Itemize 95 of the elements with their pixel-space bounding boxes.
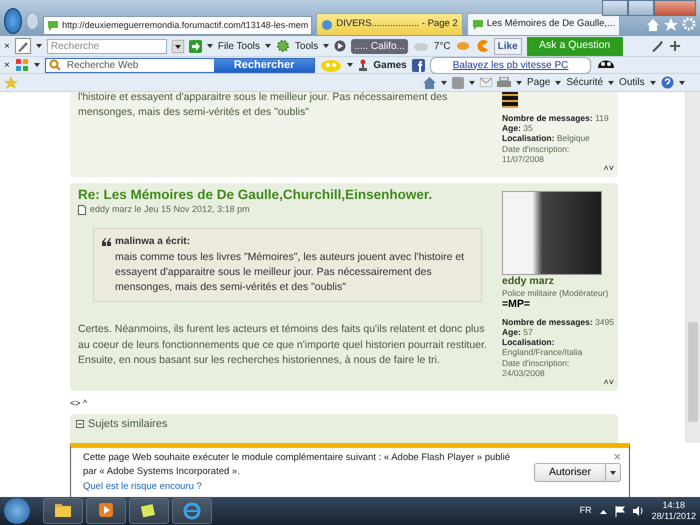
post-body: Certes. Néanmoins, ils furent les acteurs et témoins des faits qu'ils relatent et donc plus au coeur de leurs fonctionnements que ce que n'importe quel historien pourrait restituer. Ensuite, en nous basant sur les recherches historiennes, à nous de faire le tri. xyxy=(78,322,488,368)
squares-icon[interactable] xyxy=(14,58,29,72)
play-icon[interactable] xyxy=(334,40,346,52)
caret-icon[interactable] xyxy=(264,44,271,48)
url-text: http://deuxiemeguerremondia.forumactif.com/t13148-les-mem xyxy=(62,18,308,32)
facebook-icon[interactable] xyxy=(412,58,425,72)
profile-stat: Date d'inscription: 24/03/2008 xyxy=(502,358,570,378)
caret-icon[interactable] xyxy=(608,80,614,84)
globe-icon xyxy=(321,18,334,30)
caret-icon[interactable] xyxy=(555,80,562,84)
home-icon[interactable] xyxy=(423,76,436,88)
tab-title: Les Mémoires de De Gaulle,... xyxy=(486,17,615,32)
language-indicator[interactable]: FR xyxy=(580,504,592,518)
close-toolbar-button[interactable]: × xyxy=(4,38,10,54)
caret-icon[interactable] xyxy=(34,63,40,67)
section-title: Sujets similaires xyxy=(88,417,168,432)
collapse-icon[interactable] xyxy=(76,420,84,428)
browser-e-icon[interactable] xyxy=(183,502,201,520)
go-arrow-icon[interactable] xyxy=(188,40,202,52)
dropdown-arrow-icon[interactable] xyxy=(172,40,184,52)
profile-stat: Age: 57 xyxy=(502,327,533,338)
speaker-icon[interactable] xyxy=(632,506,644,516)
caret-icon[interactable] xyxy=(650,80,656,84)
start-button[interactable] xyxy=(4,498,30,524)
gear-icon[interactable] xyxy=(276,39,290,53)
toolbar-link[interactable]: Tools xyxy=(294,38,318,54)
caret-icon[interactable] xyxy=(36,44,42,48)
post-navigation[interactable]: ˄˅ xyxy=(603,378,614,387)
rank-label: =MP= xyxy=(502,298,530,311)
temperature-text: 7°C xyxy=(434,40,451,54)
tab-title: DIVERS.................. - Page 2 xyxy=(336,17,458,32)
risk-link[interactable]: Quel est le risque encouru ? xyxy=(83,480,514,494)
allow-button[interactable]: Autoriser xyxy=(534,463,621,482)
profile-stat: Nombre de messages: 119 xyxy=(502,113,609,124)
quote-text: mais comme tous les livres "Mémoires", les auteurs jouent avec l'histoire et essayent d'apparaitre sous le meilleur jour. Pas nécessairement des mensonges, mais des semi-vérités et des "oublis" xyxy=(114,250,466,296)
browser-tab[interactable]: DIVERS.................. - Page 2 xyxy=(316,13,463,35)
folder-icon[interactable] xyxy=(54,502,72,520)
caret-icon[interactable] xyxy=(347,63,354,67)
profile-stat: Age: 35 xyxy=(502,123,533,134)
post-body: l'histoire et essayent d'apparaitre sous le meilleur jour. Pas nécessairement des mensonges, mais des semi-vérités et des "oublis" xyxy=(78,92,448,120)
caret-icon[interactable] xyxy=(441,80,447,84)
speech-bubble-icon xyxy=(47,20,60,31)
clock-time[interactable]: 14:18 xyxy=(652,500,696,511)
command-menu[interactable]: Outils xyxy=(619,75,645,90)
clock-date[interactable]: 28/11/2012 xyxy=(652,511,696,522)
like-button[interactable]: Like xyxy=(494,38,522,54)
speech-bubble-icon xyxy=(472,19,484,30)
post-navigation[interactable]: ˄˅ xyxy=(603,164,614,173)
back-button[interactable] xyxy=(4,8,22,34)
command-menu[interactable]: Sécurité xyxy=(566,75,604,90)
notification-text: Cette page Web souhaite exécuter le module complémentaire suivant : « Adobe Flash Player » publié par « Adobe Systems Incorporated ». xyxy=(83,451,512,480)
rank-stripes-icon xyxy=(502,92,518,108)
browser-tab[interactable]: Les Mémoires de De Gaulle,... xyxy=(466,13,620,35)
chevron-up-icon[interactable] xyxy=(600,508,607,514)
media-player-icon[interactable] xyxy=(97,502,115,520)
post-title[interactable]: Re: Les Mémoires de De Gaulle,Churchill,Einsenhower. xyxy=(78,186,492,204)
profile-stat: Localisation: Belgique xyxy=(502,133,590,144)
radio-station-select[interactable]: ..... Califo... xyxy=(351,38,408,54)
caret-icon[interactable] xyxy=(469,80,475,84)
flag-icon[interactable] xyxy=(614,506,625,516)
pen-icon[interactable] xyxy=(14,38,31,54)
star-icon[interactable] xyxy=(664,18,678,31)
scrollbar[interactable] xyxy=(685,92,700,443)
quote-author: malinwa a écrit: xyxy=(115,235,190,250)
caret-icon[interactable] xyxy=(678,80,685,84)
help-icon[interactable] xyxy=(660,76,674,89)
ad-link[interactable]: Balayez les pb vitesse PC xyxy=(430,56,592,74)
author-name[interactable]: eddy marz xyxy=(502,275,554,288)
close-button[interactable]: × xyxy=(613,450,621,463)
profile-stat: Date d'inscription: 11/07/2008 xyxy=(502,144,570,164)
notes-icon[interactable] xyxy=(140,502,158,520)
close-toolbar-button[interactable]: × xyxy=(4,58,10,72)
document-icon xyxy=(78,204,86,215)
command-menu[interactable]: Page xyxy=(527,75,550,90)
post-meta: eddy marz le Jeu 15 Nov 2012, 3:18 pm xyxy=(90,203,250,216)
author-rank: Police militaire (Modérateur) xyxy=(502,288,608,298)
printer-icon[interactable] xyxy=(497,76,511,88)
caret-icon[interactable] xyxy=(323,44,330,48)
games-link[interactable]: Games xyxy=(373,58,407,72)
plus-icon[interactable] xyxy=(668,40,681,52)
toolbar-link[interactable]: File Tools xyxy=(218,38,260,54)
page-navigation[interactable]: <> ^ xyxy=(70,396,685,410)
caret-icon[interactable] xyxy=(516,80,522,84)
minimize-button[interactable] xyxy=(602,0,628,16)
star-icon[interactable] xyxy=(4,76,18,89)
profile-stat: Localisation: England/France/Italia xyxy=(502,337,584,358)
caret-icon[interactable] xyxy=(206,44,213,48)
profile-stat: Nombre de messages: 3495 xyxy=(502,316,614,327)
settings-icon[interactable] xyxy=(682,17,696,31)
joystick-icon[interactable] xyxy=(358,59,368,71)
ask-question-button[interactable]: Ask a Question xyxy=(526,36,623,56)
maximize-button[interactable] xyxy=(628,0,654,16)
search-field[interactable]: Recherche xyxy=(46,38,167,54)
quote-mark-icon xyxy=(102,238,112,246)
address-bar[interactable]: http://deuxiemeguerremondia.forumactif.com/t13148-les-mem xyxy=(43,16,312,35)
